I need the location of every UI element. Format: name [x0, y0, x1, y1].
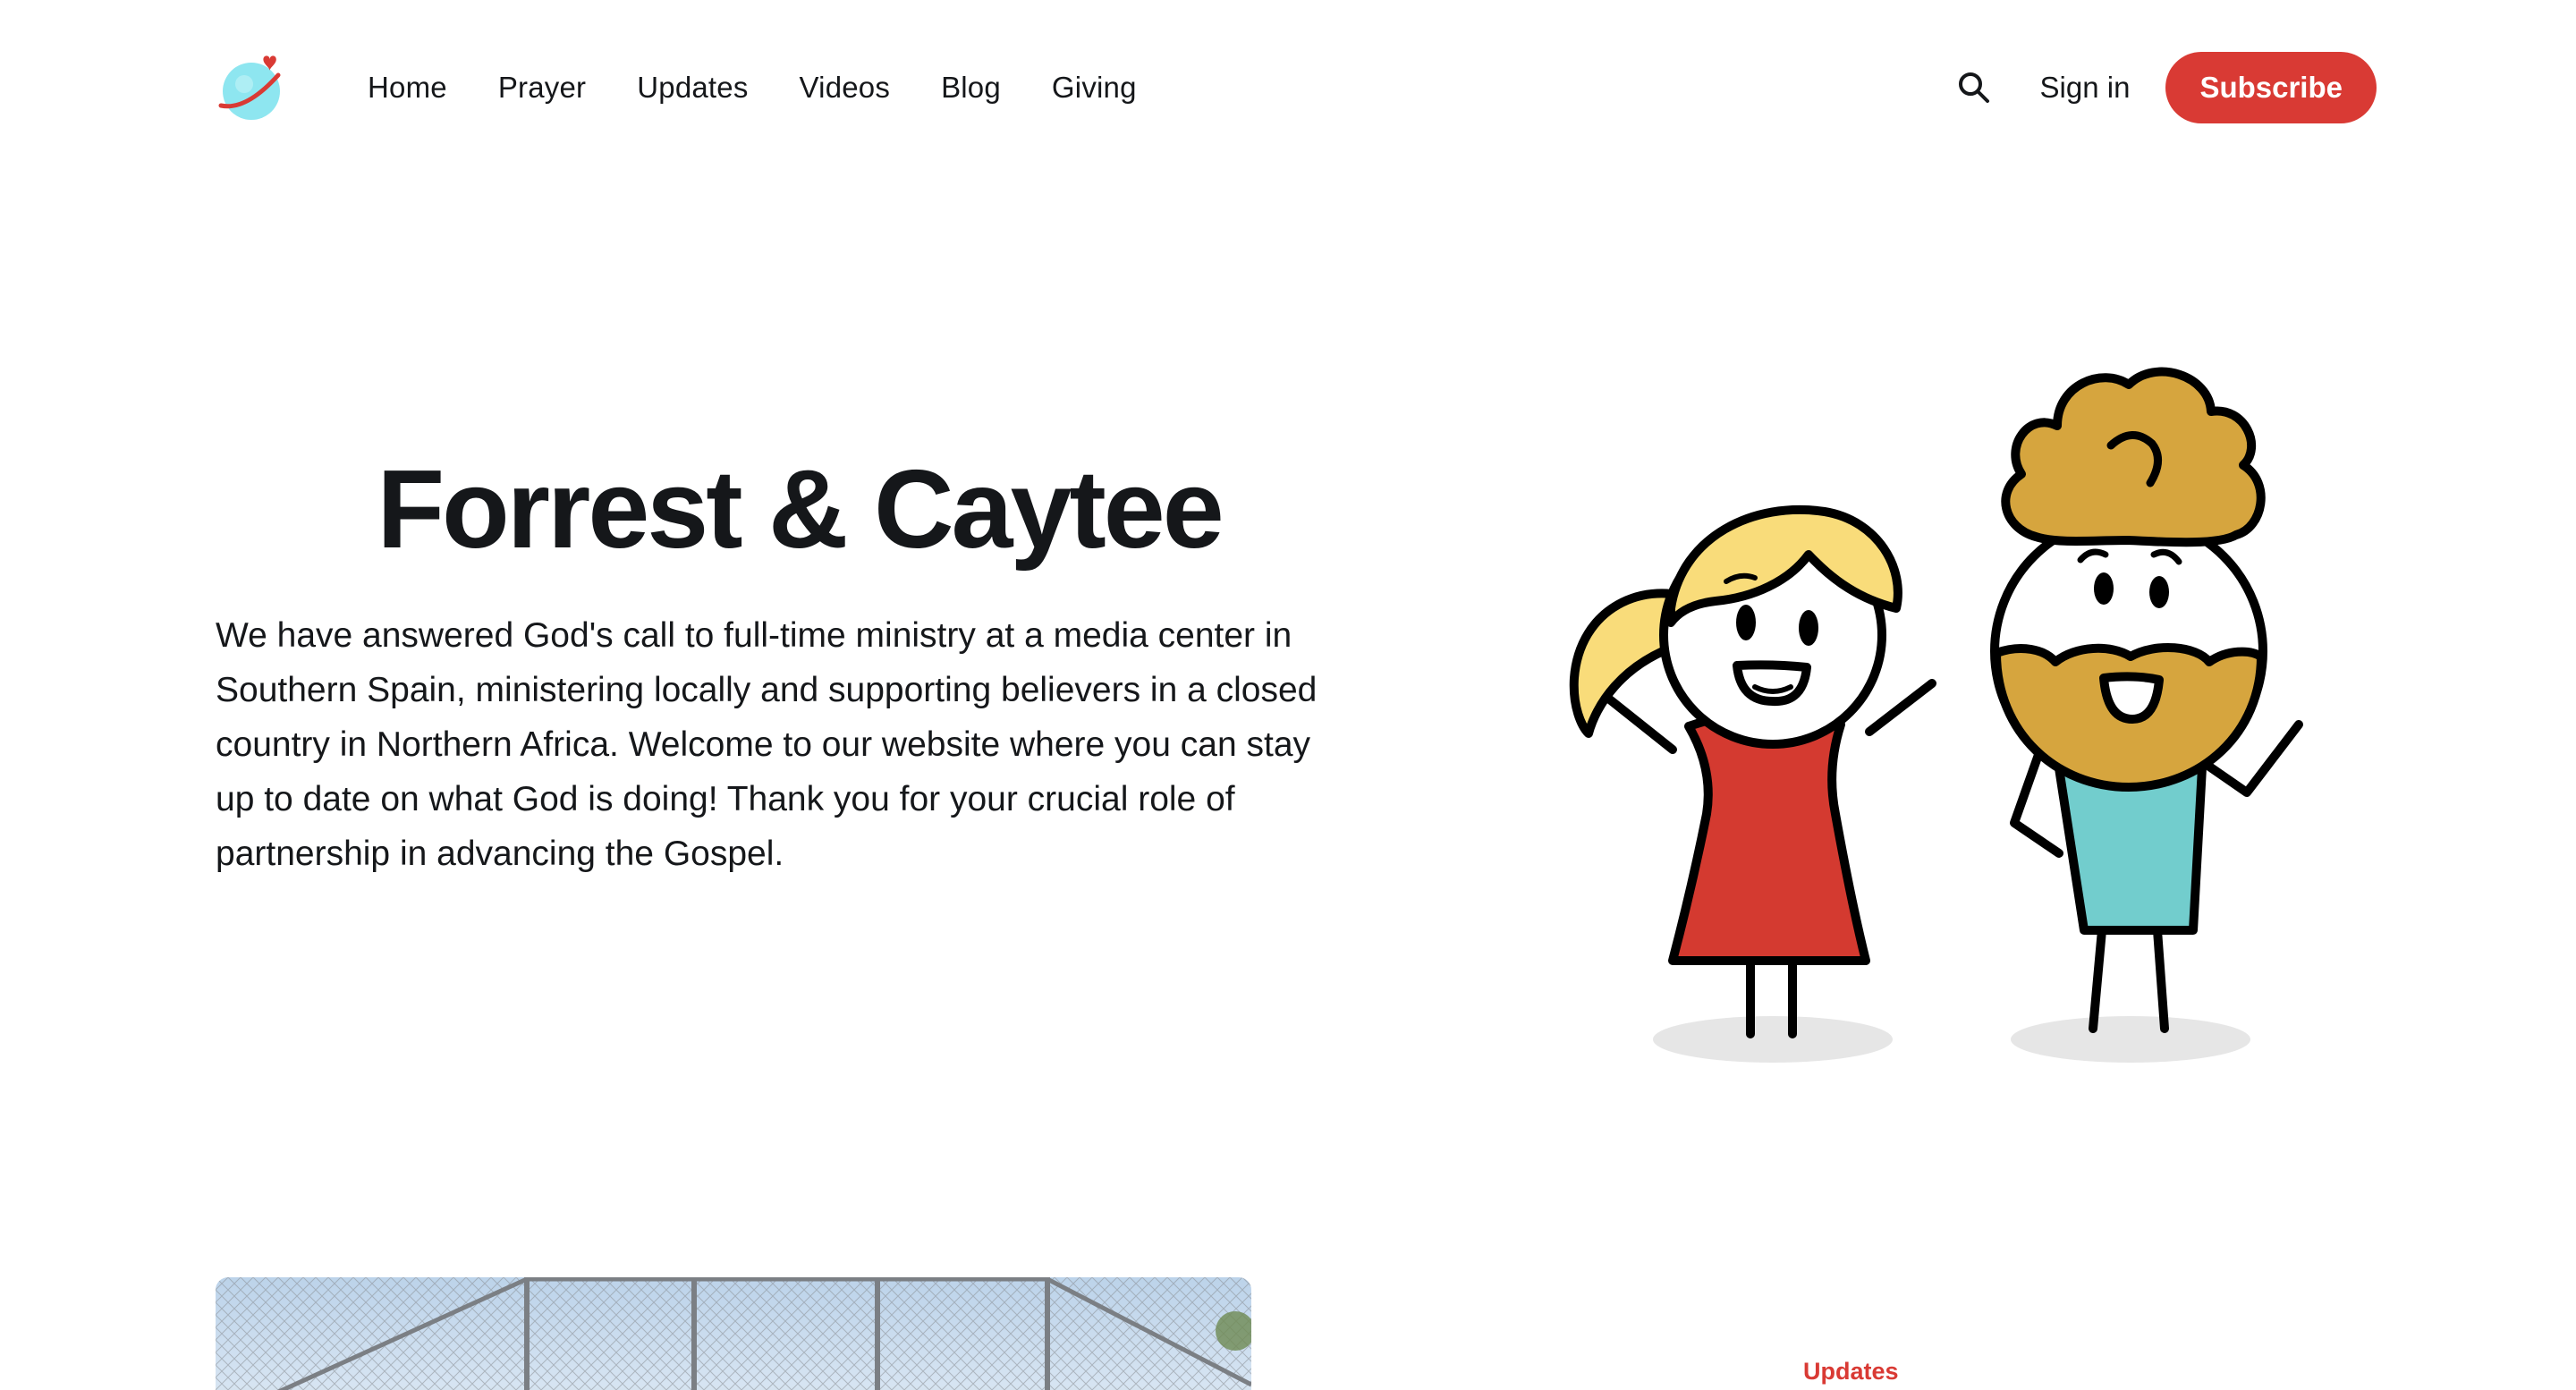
nav-item-blog[interactable]: Blog [941, 66, 1001, 109]
hero-description: We have answered God's call to full-time… [216, 616, 1318, 873]
search-button[interactable] [1954, 68, 1994, 107]
featured-post-tag[interactable]: Updates [1803, 1358, 1899, 1386]
search-icon [1958, 72, 1989, 103]
couple-illustration [1569, 367, 2303, 1063]
page: Home Prayer Updates Videos Blog Giving S… [0, 0, 2576, 1390]
site-logo[interactable] [216, 52, 289, 125]
subscribe-button[interactable]: Subscribe [2165, 52, 2377, 123]
header-actions: Sign in Subscribe [1954, 52, 2377, 123]
nav-item-giving[interactable]: Giving [1052, 66, 1137, 109]
nav-item-prayer[interactable]: Prayer [498, 66, 586, 109]
signin-link[interactable]: Sign in [2040, 66, 2131, 109]
site-header: Home Prayer Updates Videos Blog Giving S… [0, 0, 2576, 175]
planet-heart-icon [218, 55, 281, 120]
nav-item-home[interactable]: Home [368, 66, 447, 109]
hero-title: Forrest & Caytee [377, 448, 1224, 572]
girl-figure [1569, 504, 1936, 1038]
nav-item-updates[interactable]: Updates [637, 66, 748, 109]
shadow-right [2011, 1016, 2250, 1063]
man-figure [1990, 367, 2303, 1033]
shadow-left [1653, 1016, 1893, 1063]
main-nav: Home Prayer Updates Videos Blog Giving [368, 66, 1188, 109]
nav-item-videos[interactable]: Videos [800, 66, 891, 109]
featured-post-image[interactable] [216, 1277, 1251, 1390]
fence-photo [216, 1277, 1251, 1390]
